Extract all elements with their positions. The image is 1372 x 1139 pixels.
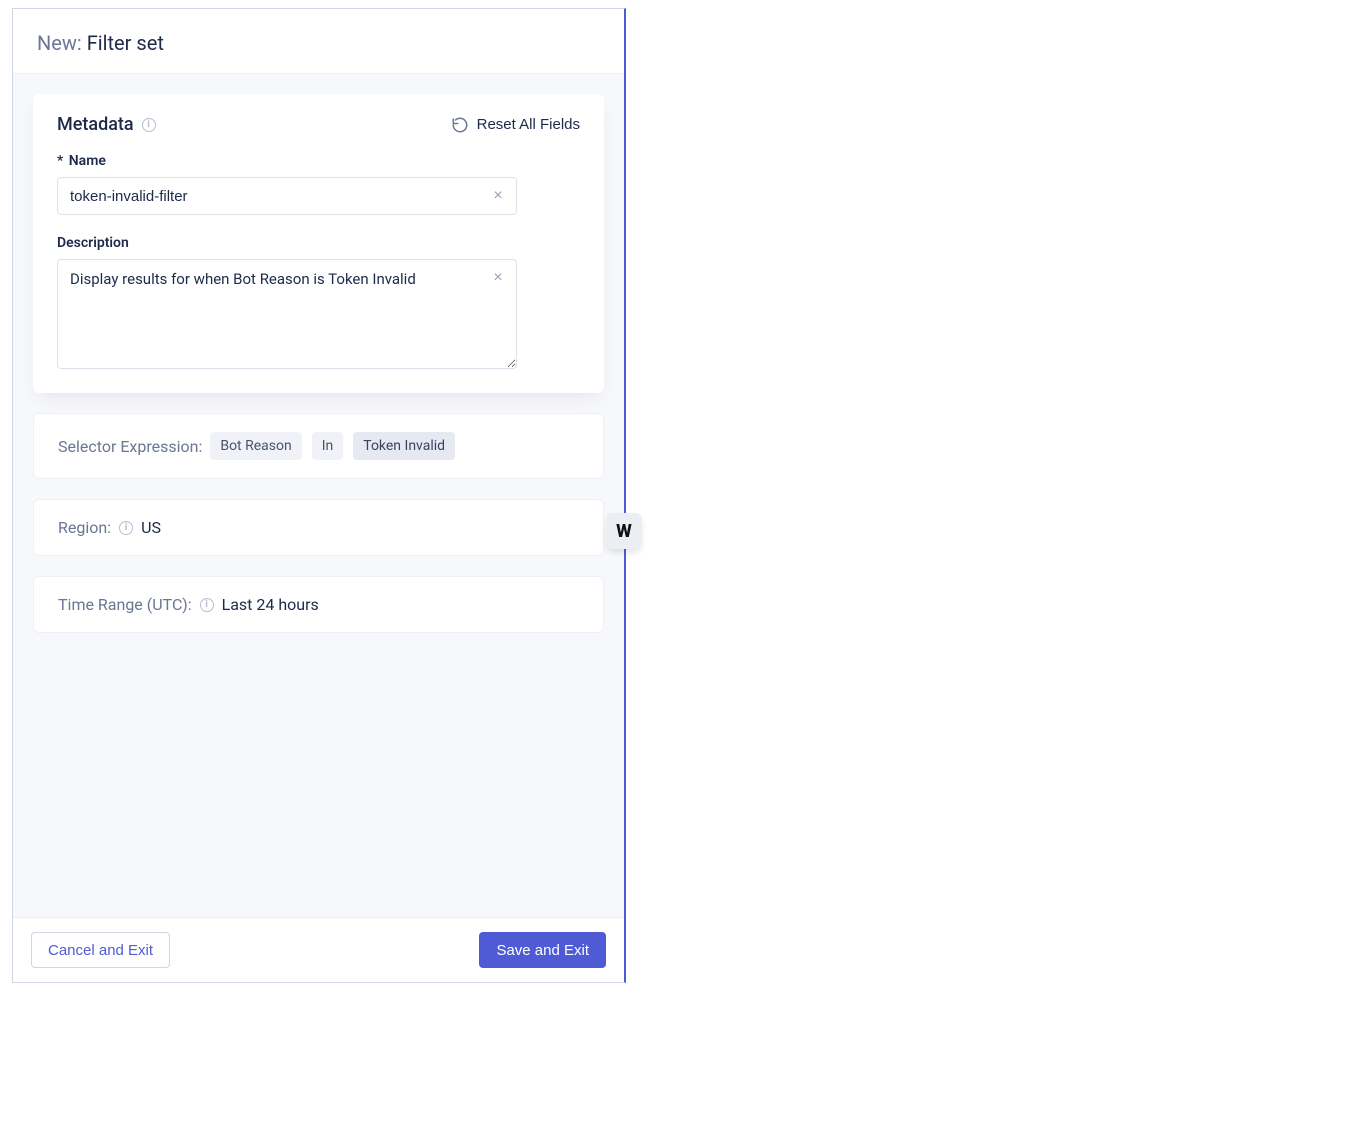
name-input-wrap: × — [57, 177, 517, 215]
name-input[interactable] — [57, 177, 517, 215]
panel-footer: Cancel and Exit Save and Exit — [13, 917, 624, 982]
time-range-value: Last 24 hours — [222, 595, 319, 614]
description-field-block: Description × — [57, 235, 580, 373]
undo-icon — [451, 116, 469, 134]
name-label: * Name — [57, 153, 580, 169]
widget-logo-icon: W — [616, 521, 632, 542]
selector-chip-value[interactable]: Token Invalid — [353, 432, 455, 460]
selector-chip-field[interactable]: Bot Reason — [210, 432, 301, 460]
help-widget-button[interactable]: W — [606, 513, 642, 549]
panel-body: Metadata i Reset All Fields * N — [13, 74, 624, 917]
name-field-block: * Name × — [57, 153, 580, 215]
region-value: US — [141, 518, 161, 537]
metadata-title: Metadata i — [57, 114, 156, 135]
region-row: Region: i US — [58, 518, 579, 537]
save-button[interactable]: Save and Exit — [479, 932, 606, 968]
panel-header: New: Filter set — [13, 9, 624, 74]
metadata-header-row: Metadata i Reset All Fields — [57, 114, 580, 135]
description-label: Description — [57, 235, 580, 251]
info-icon[interactable]: i — [142, 118, 156, 132]
close-icon: × — [493, 269, 502, 287]
filter-set-panel: New: Filter set Metadata i Reset A — [12, 8, 626, 983]
region-label: Region: — [58, 518, 111, 537]
description-textarea[interactable] — [57, 259, 517, 369]
close-icon: × — [493, 187, 502, 205]
clear-name-button[interactable]: × — [489, 187, 507, 205]
time-range-card: Time Range (UTC): i Last 24 hours — [33, 576, 604, 633]
selector-card: Selector Expression: Bot Reason In Token… — [33, 413, 604, 479]
clear-description-button[interactable]: × — [489, 269, 507, 287]
info-icon[interactable]: i — [119, 521, 133, 535]
page-title: New: Filter set — [37, 31, 600, 55]
metadata-title-text: Metadata — [57, 114, 134, 135]
selector-chip-operator[interactable]: In — [312, 432, 344, 460]
selector-label: Selector Expression: — [58, 437, 202, 456]
cancel-button[interactable]: Cancel and Exit — [31, 932, 170, 968]
time-range-label: Time Range (UTC): — [58, 595, 192, 614]
reset-all-fields-button[interactable]: Reset All Fields — [451, 116, 580, 134]
selector-row: Selector Expression: Bot Reason In Token… — [58, 432, 579, 460]
reset-all-fields-label: Reset All Fields — [477, 116, 580, 133]
name-label-text: Name — [69, 153, 106, 169]
required-mark: * — [57, 153, 63, 169]
page-title-prefix: New: — [37, 31, 82, 55]
metadata-card: Metadata i Reset All Fields * N — [33, 94, 604, 393]
region-card: Region: i US — [33, 499, 604, 556]
description-input-wrap: × — [57, 259, 517, 373]
time-range-row: Time Range (UTC): i Last 24 hours — [58, 595, 579, 614]
info-icon[interactable]: i — [200, 598, 214, 612]
page-title-suffix: Filter set — [87, 31, 164, 55]
